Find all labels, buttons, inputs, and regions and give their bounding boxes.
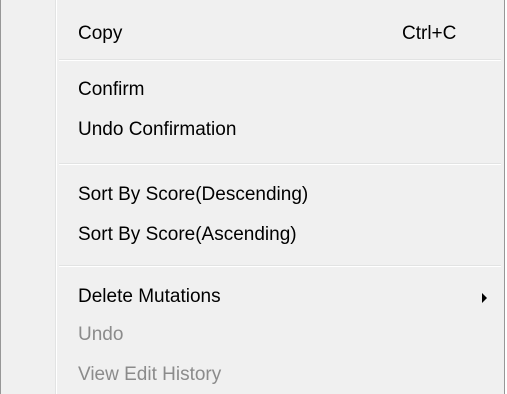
menu-item-copy[interactable]: Copy Ctrl+C — [4, 16, 501, 52]
menu-separator — [59, 163, 501, 165]
menu-separator — [59, 265, 501, 267]
menu-item-sort-ascending-label: Sort By Score(Ascending) — [78, 224, 297, 245]
menu-item-undo-label: Undo — [78, 324, 124, 345]
menu-item-confirm[interactable]: Confirm — [4, 72, 501, 108]
menu-item-view-edit-history: View Edit History — [4, 357, 501, 393]
menu-item-sort-ascending[interactable]: Sort By Score(Ascending) — [4, 217, 501, 253]
menu-separator — [59, 59, 501, 61]
menu-item-undo: Undo — [4, 317, 501, 353]
menu-item-sort-descending[interactable]: Sort By Score(Descending) — [4, 177, 501, 213]
menu-item-undo-confirmation-label: Undo Confirmation — [78, 119, 237, 140]
menu-item-confirm-label: Confirm — [78, 79, 145, 100]
menu-item-view-edit-history-label: View Edit History — [78, 364, 222, 385]
menu-item-copy-shortcut: Ctrl+C — [402, 23, 457, 44]
menu-item-sort-descending-label: Sort By Score(Descending) — [78, 184, 309, 205]
menu-item-copy-label: Copy — [78, 23, 123, 44]
context-menu: Copy Ctrl+C Confirm Undo Confirmation So… — [0, 0, 505, 394]
menu-item-undo-confirmation[interactable]: Undo Confirmation — [4, 112, 501, 148]
menu-item-delete-mutations[interactable]: Delete Mutations — [4, 279, 501, 315]
submenu-arrow-icon — [482, 293, 487, 303]
menu-item-delete-mutations-label: Delete Mutations — [78, 286, 221, 307]
